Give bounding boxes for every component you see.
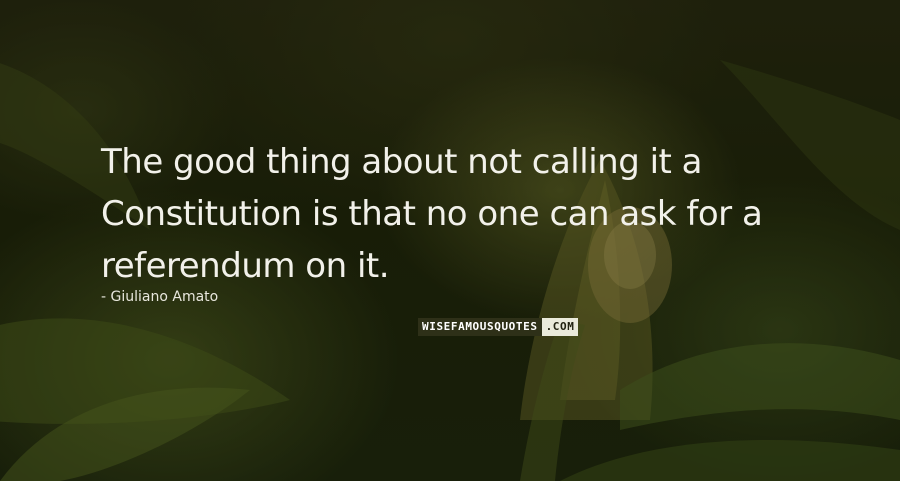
quote-line-1: The good thing about not calling it a <box>101 142 703 182</box>
quote-line-3: referendum on it. <box>101 246 390 286</box>
watermark-main: WISEFAMOUSQUOTES <box>418 318 542 336</box>
author-dash: - <box>101 289 111 305</box>
quote-card: The good thing about not calling it a Co… <box>0 0 900 481</box>
quote-text: The good thing about not calling it a Co… <box>101 136 801 292</box>
site-watermark: WISEFAMOUSQUOTES .COM <box>418 318 579 336</box>
quote-line-2: Constitution is that no one can ask for … <box>101 194 763 234</box>
watermark-suffix: .COM <box>541 318 579 336</box>
author-name: Giuliano Amato <box>110 289 219 305</box>
quote-author: - Giuliano Amato <box>101 288 218 306</box>
